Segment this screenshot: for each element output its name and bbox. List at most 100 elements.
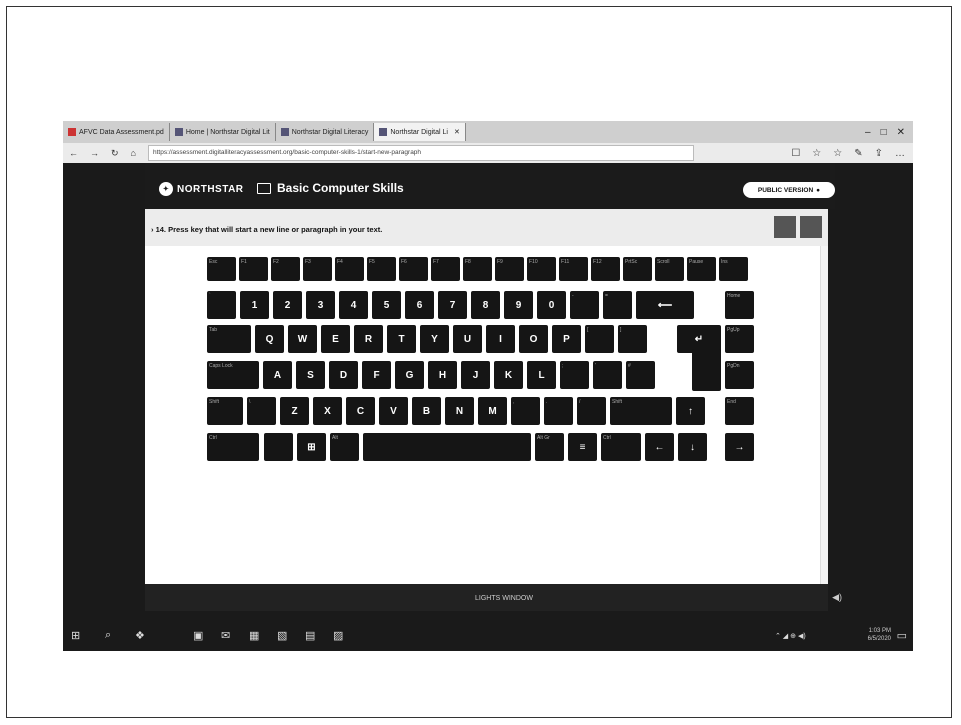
key-1[interactable]: 1	[240, 291, 269, 319]
key-i[interactable]: I	[486, 325, 515, 353]
key-f4[interactable]: F4	[335, 257, 364, 281]
scrollbar[interactable]	[820, 246, 828, 584]
key--[interactable]: =	[603, 291, 632, 319]
key-g[interactable]: G	[395, 361, 424, 389]
key-ctrl[interactable]: Ctrl	[207, 433, 259, 461]
key--[interactable]: -	[570, 291, 599, 319]
maximize-button[interactable]: □	[881, 127, 887, 138]
key-f6[interactable]: F6	[399, 257, 428, 281]
key-f12[interactable]: F12	[591, 257, 620, 281]
cortana-icon[interactable]: ❖	[135, 629, 145, 642]
key-f10[interactable]: F10	[527, 257, 556, 281]
system-tray[interactable]: ⌃ ◢ ⊕ ◀)	[775, 632, 806, 640]
key--[interactable]: ;	[560, 361, 589, 389]
key-pause[interactable]: Pause	[687, 257, 716, 281]
key-ctrl[interactable]: Ctrl	[601, 433, 641, 461]
key-5[interactable]: 5	[372, 291, 401, 319]
key-4[interactable]: 4	[339, 291, 368, 319]
key--[interactable]: ↓	[678, 433, 707, 461]
url-field[interactable]: https://assessment.digitalliteracyassess…	[147, 145, 694, 161]
reading-view-icon[interactable]: ☐	[791, 148, 800, 159]
key-end[interactable]: End	[725, 397, 754, 425]
key--[interactable]: '	[593, 361, 622, 389]
key-s[interactable]: S	[296, 361, 325, 389]
key--[interactable]: →	[725, 433, 754, 461]
key-f2[interactable]: F2	[271, 257, 300, 281]
share-icon[interactable]: ⇪	[875, 148, 883, 159]
notification-icon[interactable]: ▭	[897, 629, 907, 642]
key--[interactable]: ]	[618, 325, 647, 353]
key-a[interactable]: A	[263, 361, 292, 389]
key-f1[interactable]: F1	[239, 257, 268, 281]
key-z[interactable]: Z	[280, 397, 309, 425]
key-k[interactable]: K	[494, 361, 523, 389]
tab-home[interactable]: Home | Northstar Digital Lit	[170, 123, 276, 141]
key-enter-lower[interactable]	[692, 349, 721, 391]
start-icon[interactable]: ⊞	[71, 629, 80, 642]
next-button[interactable]	[800, 216, 822, 238]
calendar-icon[interactable]: ▣	[193, 629, 203, 642]
favorite-icon[interactable]: ☆	[812, 148, 821, 159]
key-f8[interactable]: F8	[463, 257, 492, 281]
forward-button[interactable]: →	[84, 148, 105, 158]
tab-northstar[interactable]: Northstar Digital Literacy	[276, 123, 375, 141]
key-alt-gr[interactable]: Alt Gr	[535, 433, 564, 461]
mail-icon[interactable]: ✉	[221, 629, 230, 642]
key-9[interactable]: 9	[504, 291, 533, 319]
key-n[interactable]: N	[445, 397, 474, 425]
key-8[interactable]: 8	[471, 291, 500, 319]
key-e[interactable]: E	[321, 325, 350, 353]
minimize-button[interactable]: –	[865, 127, 871, 138]
key-blank[interactable]	[264, 433, 293, 461]
key-home[interactable]: Home	[725, 291, 754, 319]
app-icon[interactable]: ▤	[305, 629, 315, 642]
key--[interactable]: .	[544, 397, 573, 425]
key--[interactable]: \	[247, 397, 276, 425]
key-h[interactable]: H	[428, 361, 457, 389]
public-version-button[interactable]: PUBLIC VERSION ●	[743, 182, 835, 198]
key-3[interactable]: 3	[306, 291, 335, 319]
key-esc[interactable]: Esc	[207, 257, 236, 281]
key--[interactable]: ⊞	[297, 433, 326, 461]
key-pgdn[interactable]: PgDn	[725, 361, 754, 389]
key-prtsc[interactable]: PrtSc	[623, 257, 652, 281]
key-caps-lock[interactable]: Caps Lock	[207, 361, 259, 389]
key-b[interactable]: B	[412, 397, 441, 425]
close-window-button[interactable]: ✕	[897, 127, 905, 138]
back-button[interactable]: ←	[63, 148, 84, 158]
favorites-hub-icon[interactable]: ☆	[833, 148, 842, 159]
key-r[interactable]: R	[354, 325, 383, 353]
key-m[interactable]: M	[478, 397, 507, 425]
key-y[interactable]: Y	[420, 325, 449, 353]
search-icon[interactable]: ⌕	[105, 629, 111, 642]
key-shift[interactable]: Shift	[207, 397, 243, 425]
refresh-button[interactable]: ↻	[105, 148, 125, 159]
key-tab[interactable]: Tab	[207, 325, 251, 353]
key-t[interactable]: T	[387, 325, 416, 353]
key--[interactable]: ≡	[568, 433, 597, 461]
key-scroll[interactable]: Scroll	[655, 257, 684, 281]
key-l[interactable]: L	[527, 361, 556, 389]
key-f9[interactable]: F9	[495, 257, 524, 281]
home-button[interactable]: ⌂	[125, 148, 142, 158]
key-shift[interactable]: Shift	[610, 397, 672, 425]
key-7[interactable]: 7	[438, 291, 467, 319]
app-icon[interactable]: ▨	[333, 629, 343, 642]
key--[interactable]: ⟵	[636, 291, 694, 319]
key-u[interactable]: U	[453, 325, 482, 353]
key-ins[interactable]: Ins	[719, 257, 748, 281]
key--[interactable]: `	[207, 291, 236, 319]
key-2[interactable]: 2	[273, 291, 302, 319]
key--[interactable]: #	[626, 361, 655, 389]
key-w[interactable]: W	[288, 325, 317, 353]
key--[interactable]: ,	[511, 397, 540, 425]
tab-pdf[interactable]: AFVC Data Assessment.pd	[63, 123, 170, 141]
key--[interactable]: [	[585, 325, 614, 353]
key-o[interactable]: O	[519, 325, 548, 353]
notes-icon[interactable]: ✎	[854, 148, 862, 159]
key-blank[interactable]	[363, 433, 531, 461]
key-p[interactable]: P	[552, 325, 581, 353]
key-f7[interactable]: F7	[431, 257, 460, 281]
key-f5[interactable]: F5	[367, 257, 396, 281]
key-v[interactable]: V	[379, 397, 408, 425]
